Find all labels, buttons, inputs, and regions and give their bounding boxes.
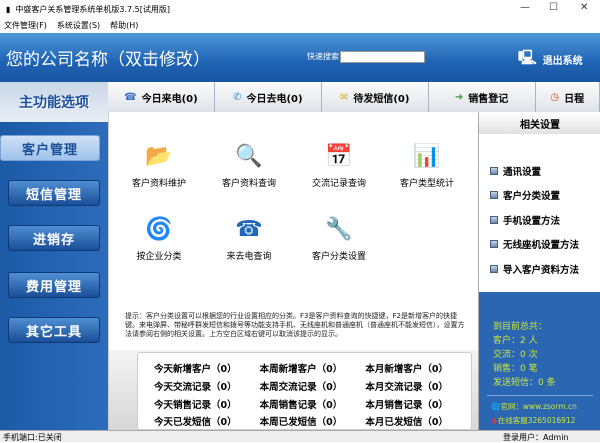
summary-communications: 交流：0 次: [493, 348, 556, 362]
tools-icon: 🔧: [323, 215, 355, 243]
stats-area: 今天新增客户（0） 本周新增客户（0） 本月新增客户（0） 今天交流记录（0） …: [109, 350, 479, 430]
sidebar-item-sms[interactable]: 短信管理: [8, 180, 100, 206]
customer-type-stats-button[interactable]: 📊客户类型统计: [387, 142, 467, 189]
main-panel: 📂客户资料维护 🔍客户资料查询 📅交流记录查询 📊客户类型统计 🌀按企业分类 ☎…: [108, 112, 478, 430]
bullet-icon: [490, 240, 498, 248]
stat-item[interactable]: 今天交流记录（0）: [154, 379, 260, 394]
summary-sales: 销售：0 笔: [493, 362, 556, 376]
qq-icon: ♟: [491, 416, 498, 425]
communication-query-button[interactable]: 📅交流记录查询: [299, 142, 379, 189]
stat-item[interactable]: 本月已发短信（0）: [365, 414, 471, 429]
exit-button[interactable]: 🖳 退出系统: [518, 47, 583, 71]
link-import-method[interactable]: 导入客户资料方法: [490, 262, 579, 276]
status-bar: 手机端口:已关闭 登录用户：Admin: [0, 430, 600, 442]
menu-help[interactable]: 帮助(H): [110, 20, 138, 31]
summary-heading: 到目前总共：: [493, 320, 556, 334]
tab-incoming-calls[interactable]: ☎今日来电(0): [108, 82, 215, 112]
stat-item[interactable]: 本周已发短信（0）: [260, 414, 366, 429]
stat-item[interactable]: 今天新增客户（0）: [154, 361, 260, 376]
app-icon: ▮: [6, 5, 10, 14]
category-settings-button[interactable]: 🔧客户分类设置: [299, 215, 379, 262]
stat-item[interactable]: 本周交流记录（0）: [260, 379, 366, 394]
folder-search-icon: 🔍: [233, 142, 265, 170]
bullet-icon: [490, 265, 498, 273]
chart-icon: 📊: [411, 142, 443, 170]
stat-item[interactable]: 本周销售记录（0）: [260, 397, 366, 412]
stat-item[interactable]: 今天销售记录（0）: [154, 397, 260, 412]
sidebar-item-expense[interactable]: 费用管理: [8, 272, 100, 298]
link-category-settings[interactable]: 客户分类设置: [490, 188, 560, 202]
top-tabs: ☎今日来电(0) ✆今日去电(0) ✉待发短信(0) ➜销售登记 ◷日程: [108, 82, 600, 112]
phone-icon: ☎: [124, 92, 136, 103]
company-name[interactable]: 您的公司名称（双击修改）: [6, 45, 210, 70]
sidebar-item-customer[interactable]: 客户管理: [0, 135, 100, 161]
menu-bar: 文件管理(F) 系统设置(S) 帮助(H): [0, 18, 600, 33]
stat-item[interactable]: 本月交流记录（0）: [365, 379, 471, 394]
customer-query-button[interactable]: 🔍客户资料查询: [209, 142, 289, 189]
minimize-button[interactable]: —: [520, 2, 530, 13]
login-user: 登录用户：Admin: [503, 432, 569, 443]
mail-arrow-icon: ➜: [455, 92, 463, 103]
tab-pending-sms[interactable]: ✉待发短信(0): [322, 82, 429, 112]
quick-search-input[interactable]: [340, 51, 425, 63]
bullet-icon: [490, 191, 498, 199]
stat-item[interactable]: 本月新增客户（0）: [365, 361, 471, 376]
tab-schedule[interactable]: ◷日程: [536, 82, 600, 112]
menu-settings[interactable]: 系统设置(S): [57, 20, 100, 31]
related-settings-title: 相关设置: [479, 112, 600, 134]
handset-icon: ✆: [233, 92, 241, 103]
summary-customers: 客户：2 人: [493, 334, 556, 348]
stat-item[interactable]: 本月销售记录（0）: [365, 397, 471, 412]
online-support-link[interactable]: ♟在线客服3265016912: [491, 414, 577, 428]
envelope-icon: ✉: [340, 92, 348, 103]
tab-outgoing-calls[interactable]: ✆今日去电(0): [215, 82, 322, 112]
search-label: 快速搜索: [307, 51, 339, 62]
exit-label: 退出系统: [543, 52, 583, 67]
menu-file[interactable]: 文件管理(F): [4, 20, 47, 31]
stat-item[interactable]: 本周新增客户（0）: [260, 361, 366, 376]
close-button[interactable]: ✕: [580, 2, 588, 13]
header-banner: 您的公司名称（双击修改） 快速搜索 🖳 退出系统: [0, 33, 600, 82]
calendar-icon: ◷: [550, 92, 559, 103]
sidebar-item-tools[interactable]: 其它工具: [8, 317, 100, 343]
summary-sms: 发送短信：0 条: [493, 376, 556, 390]
title-bar: ▮ 中盛客户关系管理系统单机版3.7.5[试用版] — ☐ ✕: [0, 0, 600, 18]
computer-icon: 🖳: [518, 47, 537, 71]
maximize-button[interactable]: ☐: [549, 2, 558, 13]
sidebar-title: 主功能选项: [0, 82, 108, 122]
port-status: 手机端口:已关闭: [3, 432, 62, 443]
color-wheel-icon: 🌀: [143, 215, 175, 243]
stats-grid: 今天新增客户（0） 本周新增客户（0） 本月新增客户（0） 今天交流记录（0） …: [137, 352, 472, 430]
bullet-icon: [490, 216, 498, 224]
call-query-button[interactable]: ☎来去电查询: [209, 215, 289, 262]
window-title: 中盛客户关系管理系统单机版3.7.5[试用版]: [15, 4, 170, 15]
sidebar: 主功能选项 客户管理 短信管理 进销存 费用管理 其它工具: [0, 82, 108, 430]
globe-icon: 🌐: [491, 402, 500, 411]
link-wireless-setup[interactable]: 无线座机设置方法: [490, 237, 579, 251]
right-panel: 相关设置 通讯设置 客户分类设置 手机设置方法 无线座机设置方法 导入客户资料方…: [478, 112, 600, 430]
customer-maintenance-button[interactable]: 📂客户资料维护: [119, 142, 199, 189]
website-link[interactable]: 🌐官网：www.zsorm.cn: [491, 400, 577, 414]
stat-item[interactable]: 今天已发短信（0）: [154, 414, 260, 429]
telephone-icon: ☎: [233, 215, 265, 243]
sidebar-item-inventory[interactable]: 进销存: [8, 225, 100, 251]
link-phone-setup[interactable]: 手机设置方法: [490, 213, 560, 227]
folder-icon: 📂: [143, 142, 175, 170]
hint-text: 提示：客户分类设置可以根据您的行业设置相应的分类。F3是客户资料查询的快捷键，F…: [125, 312, 470, 339]
link-comm-settings[interactable]: 通讯设置: [490, 164, 541, 178]
calendar-grid-icon: 📅: [323, 142, 355, 170]
tab-sales-register[interactable]: ➜销售登记: [429, 82, 536, 112]
by-company-button[interactable]: 🌀按企业分类: [119, 215, 199, 262]
bullet-icon: [490, 167, 498, 175]
summary-box: 到目前总共： 客户：2 人 交流：0 次 销售：0 笔 发送短信：0 条 🌐官网…: [479, 292, 600, 430]
